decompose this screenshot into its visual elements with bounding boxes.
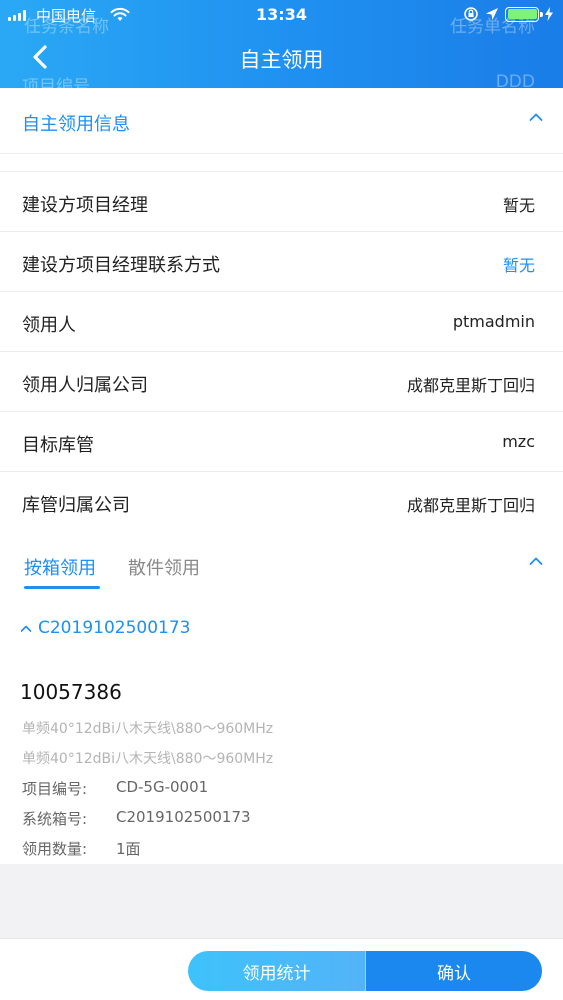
item-spec: 单频40°12dBi八木天线\880～960MHz	[22, 751, 274, 767]
row-value: 暂无	[502, 196, 535, 215]
kv-value: CD-5G-0001	[116, 778, 209, 796]
row-value: 成都克里斯丁回归	[406, 376, 535, 395]
collect-stats-button[interactable]: 领用统计	[188, 951, 365, 991]
item-system-box-no: 系统箱号: C2019102500173	[22, 808, 251, 829]
charging-icon	[545, 7, 553, 21]
info-card: 自主领用信息 建设方项目经理 暂无 建设方项目经理联系方式 暂无 领用人 ptm…	[0, 88, 563, 532]
info-row-keeper-company: 库管归属公司 成都克里斯丁回归	[0, 472, 563, 532]
tab-by-parts[interactable]: 散件领用	[128, 554, 200, 580]
confirm-button[interactable]: 确认	[365, 951, 542, 991]
status-bar: 中国电信 13:34	[0, 0, 563, 30]
ghost-text-ddd: DDD	[495, 72, 535, 88]
row-label: 建设方项目经理	[22, 195, 148, 216]
row-label: 领用人归属公司	[22, 375, 148, 396]
kv-value: C2019102500173	[116, 808, 251, 826]
kv-value: 1面	[116, 840, 141, 858]
info-row-recipient-company: 领用人归属公司 成都克里斯丁回归	[0, 352, 563, 412]
location-icon	[486, 8, 498, 20]
battery-icon	[505, 6, 543, 22]
item-spec: 单频40°12dBi八木天线\880～960MHz	[22, 721, 274, 737]
info-row-manager-contact: 建设方项目经理联系方式 暂无	[0, 232, 563, 292]
chevron-up-icon[interactable]	[529, 556, 543, 566]
item-quantity: 领用数量: 1面	[22, 838, 141, 859]
info-row-recipient: 领用人 ptmadmin	[0, 292, 563, 352]
tab-underline	[24, 586, 100, 589]
row-label: 目标库管	[22, 435, 94, 456]
kv-label: 系统箱号:	[22, 810, 88, 828]
row-label: 建设方项目经理联系方式	[22, 255, 220, 276]
info-section-title: 自主领用信息	[22, 114, 130, 135]
kv-label: 领用数量:	[22, 840, 88, 858]
row-value: mzc	[502, 432, 535, 451]
item-code: 10057386	[20, 680, 122, 704]
item-project-no: 项目编号: CD-5G-0001	[22, 778, 208, 799]
ghost-text-project-no: 项目编号	[22, 77, 90, 88]
row-value: ptmadmin	[452, 312, 535, 331]
orientation-lock-icon	[464, 7, 478, 21]
bottom-action-bar: 领用统计 确认	[0, 938, 563, 1000]
status-right-group	[463, 6, 553, 22]
kv-label: 项目编号:	[22, 780, 88, 798]
chevron-up-icon[interactable]	[529, 112, 543, 122]
tab-by-box[interactable]: 按箱领用	[24, 554, 96, 580]
box-header[interactable]: C2019102500173	[20, 618, 190, 638]
chevron-up-icon	[20, 625, 32, 632]
collect-tabs-panel: 按箱领用 散件领用 C2019102500173 10057386 单频40°1…	[0, 530, 563, 864]
contact-link[interactable]: 暂无	[503, 252, 535, 276]
box-code: C2019102500173	[38, 618, 191, 638]
info-section-header[interactable]: 自主领用信息	[0, 88, 563, 154]
action-button-group: 领用统计 确认	[188, 951, 542, 991]
row-label: 库管归属公司	[22, 495, 130, 516]
row-label: 领用人	[22, 315, 76, 336]
info-row-target-keeper: 目标库管 mzc	[0, 412, 563, 472]
nav-header: 任务条名称 任务单名称 项目编号 DDD 中国电信 13:34 自主领用	[0, 0, 563, 88]
page-title: 自主领用	[239, 48, 324, 72]
row-value: 成都克里斯丁回归	[406, 496, 535, 515]
divider	[0, 154, 563, 172]
info-row-manager: 建设方项目经理 暂无	[0, 172, 563, 232]
